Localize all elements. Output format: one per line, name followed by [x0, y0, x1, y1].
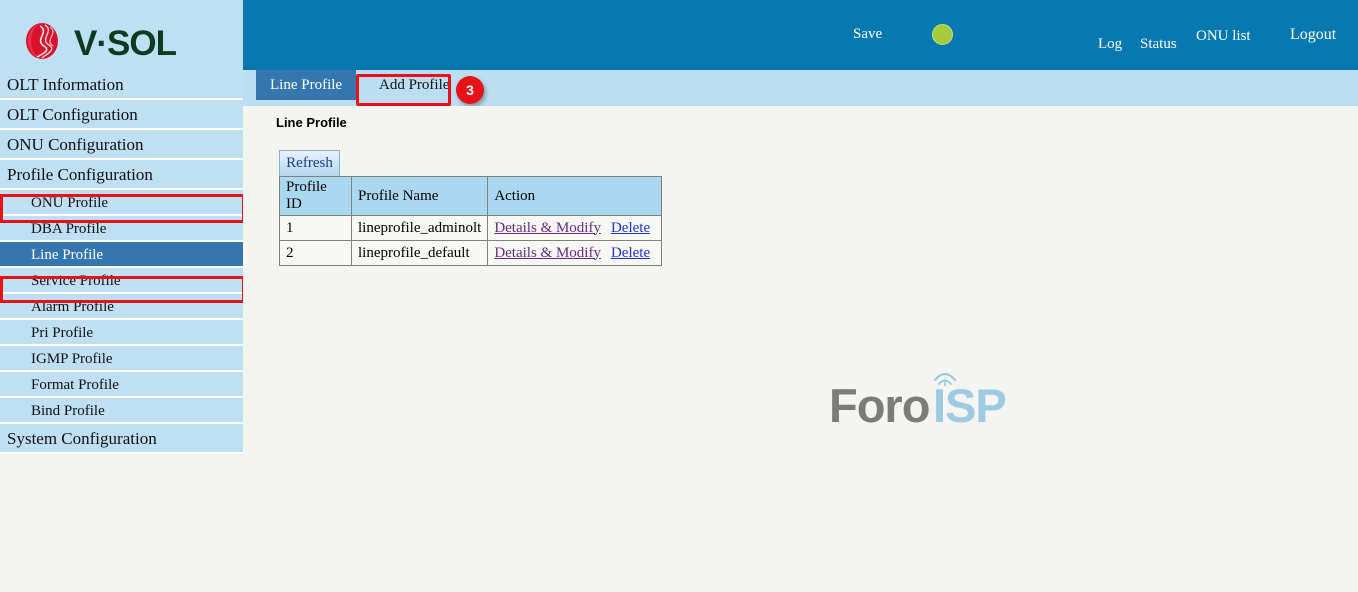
details-and-modify-link[interactable]: Details & Modify — [494, 245, 601, 261]
page-title: Line Profile — [276, 115, 347, 130]
cell-profile-id: 2 — [280, 241, 352, 266]
annotation-box-profile-configuration — [0, 194, 245, 223]
header-strip — [243, 0, 1358, 70]
sidebar-item-format-profile[interactable]: Format Profile — [0, 372, 243, 398]
delete-link[interactable]: Delete — [611, 245, 650, 261]
sidebar: OLT Information OLT Configuration ONU Co… — [0, 70, 243, 592]
annotation-box-add-profile — [356, 74, 451, 106]
logout-link[interactable]: Logout — [1290, 26, 1336, 44]
cell-profile-name: lineprofile_adminolt — [352, 216, 488, 241]
column-header-profile-id: Profile ID — [280, 177, 352, 216]
watermark-text-secondary: ISP — [933, 378, 1006, 434]
foroisp-watermark: Foro ISP — [829, 378, 1019, 434]
details-and-modify-link[interactable]: Details & Modify — [494, 220, 601, 236]
line-profile-table: Profile ID Profile Name Action 1 linepro… — [279, 176, 662, 266]
sidebar-item-bind-profile[interactable]: Bind Profile — [0, 398, 243, 424]
cell-action: Details & Modify Delete — [488, 216, 662, 241]
logo-text: V·SOL — [74, 26, 176, 61]
tab-line-profile[interactable]: Line Profile — [256, 70, 356, 100]
watermark-text-primary: Foro — [829, 378, 929, 434]
save-button[interactable]: Save — [853, 26, 882, 43]
logo-area: V·SOL — [0, 0, 243, 70]
onu-list-link[interactable]: ONU list — [1196, 28, 1251, 45]
table-row: 2 lineprofile_default Details & ModifyDe… — [280, 241, 662, 266]
sidebar-item-profile-configuration[interactable]: Profile Configuration — [0, 160, 243, 190]
sidebar-item-line-profile[interactable]: Line Profile — [0, 242, 243, 268]
table-row: 1 lineprofile_adminolt Details & ModifyD… — [280, 216, 662, 241]
refresh-button[interactable]: Refresh — [279, 150, 340, 176]
sidebar-item-olt-information[interactable]: OLT Information — [0, 70, 243, 100]
status-link[interactable]: Status — [1140, 36, 1177, 53]
annotation-badge-3: 3 — [456, 76, 484, 104]
sidebar-item-olt-configuration[interactable]: OLT Configuration — [0, 100, 243, 130]
column-header-action: Action — [488, 177, 662, 216]
antenna-signal-icon — [925, 364, 965, 392]
top-bar: V·SOL Save Log Status ONU list Logout — [0, 0, 1358, 70]
log-link[interactable]: Log — [1098, 36, 1122, 53]
main-content: Line Profile Refresh Profile ID Profile … — [243, 106, 1358, 592]
sidebar-item-system-configuration[interactable]: System Configuration — [0, 424, 243, 454]
vsol-sphere-logo-icon — [20, 22, 68, 60]
cell-profile-id: 1 — [280, 216, 352, 241]
delete-link[interactable]: Delete — [611, 220, 650, 236]
sidebar-item-igmp-profile[interactable]: IGMP Profile — [0, 346, 243, 372]
table-header-row: Profile ID Profile Name Action — [280, 177, 662, 216]
sidebar-item-onu-configuration[interactable]: ONU Configuration — [0, 130, 243, 160]
column-header-profile-name: Profile Name — [352, 177, 488, 216]
cell-profile-name: lineprofile_default — [352, 241, 488, 266]
green-status-dot-icon — [932, 24, 953, 45]
annotation-box-line-profile — [0, 276, 245, 303]
sidebar-item-pri-profile[interactable]: Pri Profile — [0, 320, 243, 346]
cell-action: Details & Modify Delete — [488, 241, 662, 266]
